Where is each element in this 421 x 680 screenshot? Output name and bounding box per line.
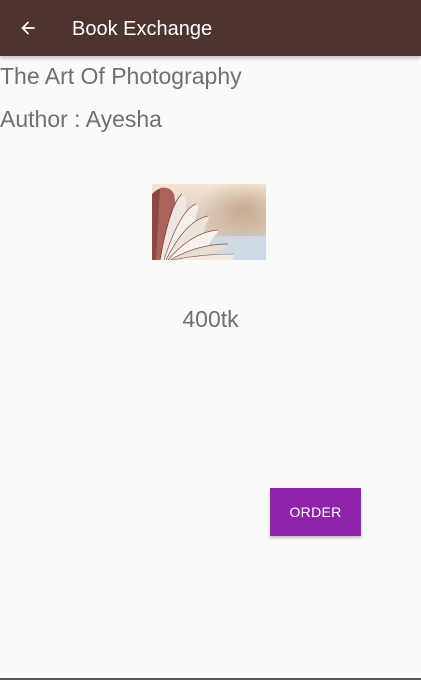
back-button[interactable] <box>12 12 44 44</box>
book-cover-image <box>152 184 266 260</box>
app-bar: Book Exchange <box>0 0 421 56</box>
book-detail-screen: Book Exchange The Art Of Photography Aut… <box>0 0 421 680</box>
open-book-photo <box>152 184 266 260</box>
book-title: The Art Of Photography <box>0 63 242 89</box>
arrow-left-icon <box>21 21 35 35</box>
book-author: Author : Ayesha <box>0 106 162 132</box>
order-button[interactable]: ORDER <box>270 488 361 536</box>
app-title: Book Exchange <box>72 18 213 40</box>
book-price: 400tk <box>182 306 239 332</box>
